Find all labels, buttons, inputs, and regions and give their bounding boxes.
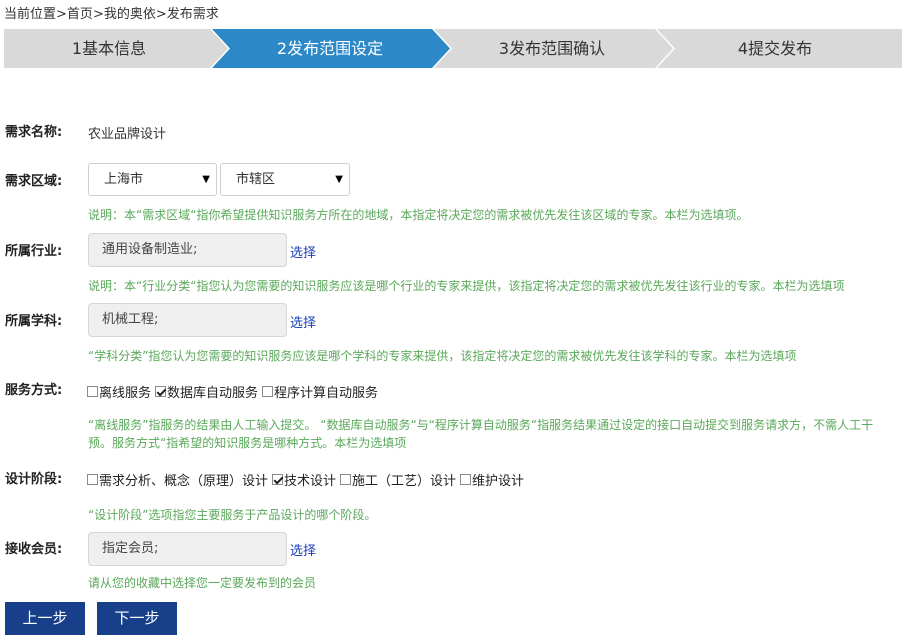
district-select[interactable]: 市辖区 ▼ bbox=[220, 163, 350, 196]
service-label: 服务方式: bbox=[5, 383, 63, 398]
region-label: 需求区域: bbox=[5, 174, 63, 189]
program-service-checkbox[interactable] bbox=[262, 386, 274, 397]
discipline-choose-link[interactable]: 选择 bbox=[290, 312, 316, 331]
dropdown-caret-icon: ▼ bbox=[202, 174, 210, 185]
breadcrumb: 当前位置>首页>我的奥依>发布需求 bbox=[4, 3, 219, 22]
stage-maintenance-checkbox[interactable] bbox=[460, 474, 472, 485]
stage-options: 需求分析、概念（原理）设计 技术设计 施工（工艺）设计 维护设计 bbox=[87, 470, 528, 489]
stage-label: 设计阶段: bbox=[5, 472, 63, 487]
service-options: 离线服务 数据库自动服务 程序计算自动服务 bbox=[87, 382, 382, 401]
stage-technical-label[interactable]: 技术设计 bbox=[284, 470, 336, 489]
breadcrumb-my-aoyi[interactable]: 我的奥依 bbox=[104, 7, 156, 22]
step-3-label: 3发布范围确认 bbox=[498, 39, 606, 58]
prev-step-button[interactable]: 上一步 bbox=[5, 602, 85, 635]
member-label: 接收会员: bbox=[5, 542, 63, 557]
database-service-checkbox[interactable] bbox=[155, 386, 167, 397]
stage-concept-checkbox[interactable] bbox=[87, 474, 98, 485]
name-value: 农业品牌设计 bbox=[88, 127, 167, 142]
stage-concept-label[interactable]: 需求分析、概念（原理）设计 bbox=[99, 470, 268, 489]
breadcrumb-prefix: 当前位置 bbox=[4, 7, 57, 22]
industry-field: 通用设备制造业; bbox=[88, 233, 287, 267]
discipline-label: 所属学科: bbox=[5, 314, 63, 329]
service-hint: “离线服务”指服务的结果由人工输入提交。 “数据库自动服务“与“程序计算自动服务… bbox=[88, 418, 874, 450]
region-hint: 说明：本“需求区域“指你希望提供知识服务方所在的地域，本指定将决定您的需求被优先… bbox=[88, 208, 749, 222]
stage-maintenance-label[interactable]: 维护设计 bbox=[472, 470, 524, 489]
step-3: 3发布范围确认 bbox=[442, 29, 662, 68]
breadcrumb-separator: > bbox=[155, 7, 167, 22]
breadcrumb-separator: > bbox=[56, 7, 67, 22]
stage-hint: “设计阶段”选项指您主要服务于产品设计的哪个阶段。 bbox=[88, 508, 377, 522]
stage-technical-checkbox[interactable] bbox=[272, 474, 284, 485]
discipline-field: 机械工程; bbox=[88, 303, 287, 337]
program-service-label[interactable]: 程序计算自动服务 bbox=[274, 382, 378, 401]
industry-hint: 说明：本“行业分类“指您认为您需要的知识服务应该是哪个行业的专家来提供，该指定将… bbox=[88, 279, 845, 293]
province-select[interactable]: 上海市 ▼ bbox=[88, 163, 217, 196]
name-label: 需求名称: bbox=[5, 125, 63, 140]
step-1: 1基本信息 bbox=[4, 29, 214, 68]
breadcrumb-current: 发布需求 bbox=[166, 7, 219, 22]
member-choose-link[interactable]: 选择 bbox=[290, 540, 316, 559]
step-1-label: 1基本信息 bbox=[71, 39, 147, 58]
step-4-label: 4提交发布 bbox=[737, 39, 813, 58]
step-2: 2发布范围设定 bbox=[220, 29, 440, 68]
step-wizard: 1基本信息 2发布范围设定 3发布范围确认 4提交发布 bbox=[4, 29, 902, 68]
step-4: 4提交发布 bbox=[665, 29, 885, 68]
member-hint: 请从您的收藏中选择您一定要发布到的会员 bbox=[88, 576, 317, 590]
stage-construction-label[interactable]: 施工（工艺）设计 bbox=[352, 470, 456, 489]
province-select-value: 上海市 bbox=[104, 172, 144, 187]
stage-construction-checkbox[interactable] bbox=[340, 474, 352, 485]
breadcrumb-home[interactable]: 首页 bbox=[67, 7, 93, 22]
next-step-button[interactable]: 下一步 bbox=[97, 602, 177, 635]
breadcrumb-separator: > bbox=[92, 7, 104, 22]
step-2-label: 2发布范围设定 bbox=[276, 39, 384, 58]
district-select-value: 市辖区 bbox=[236, 172, 276, 187]
industry-choose-link[interactable]: 选择 bbox=[290, 242, 316, 261]
offline-service-label[interactable]: 离线服务 bbox=[99, 382, 151, 401]
database-service-label[interactable]: 数据库自动服务 bbox=[167, 382, 258, 401]
discipline-hint: “学科分类”指您认为您需要的知识服务应该是哪个学科的专家来提供，该指定将决定您的… bbox=[88, 349, 797, 363]
industry-label: 所属行业: bbox=[5, 244, 63, 259]
offline-service-checkbox[interactable] bbox=[87, 386, 98, 397]
dropdown-caret-icon: ▼ bbox=[335, 174, 343, 185]
member-field: 指定会员; bbox=[88, 532, 287, 566]
